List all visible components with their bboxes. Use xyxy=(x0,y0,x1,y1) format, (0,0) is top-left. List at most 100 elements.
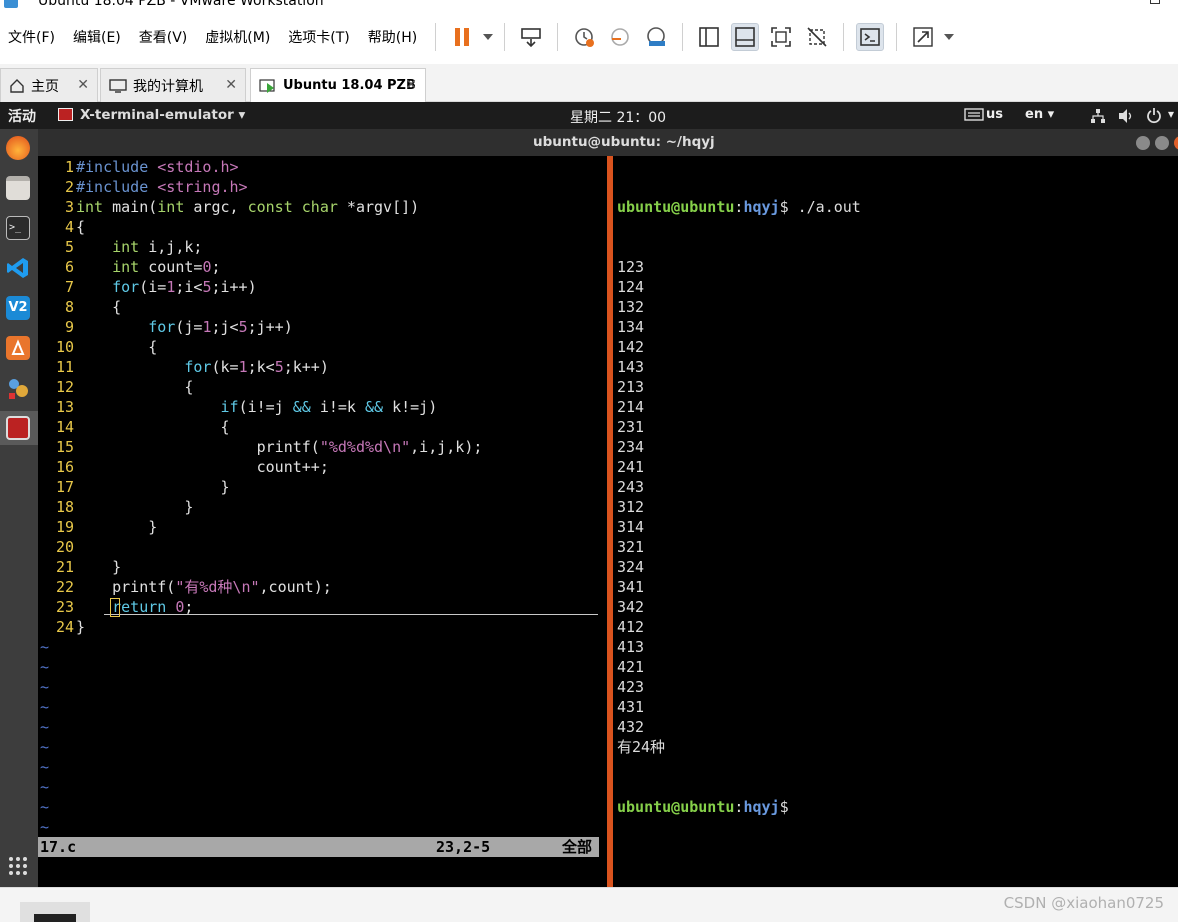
terminal-icon[interactable]: >_ xyxy=(6,216,30,240)
menu-vm[interactable]: 虚拟机(M) xyxy=(205,27,270,47)
thumbnail-bar-icon[interactable] xyxy=(731,23,760,51)
dropdown-arrow-icon[interactable] xyxy=(941,23,957,51)
stretch-icon[interactable] xyxy=(909,23,937,51)
empty-line-tilde: ~ xyxy=(40,658,50,676)
app-menu[interactable]: X-terminal-emulator ▾ xyxy=(80,107,245,123)
line-number: 15 xyxy=(55,438,74,456)
tab-home[interactable]: 主页 ✕ xyxy=(0,68,98,102)
snapshot-manager-icon[interactable] xyxy=(642,23,670,51)
files-icon[interactable] xyxy=(6,176,30,200)
snapshot-icon[interactable] xyxy=(570,23,598,51)
output-line: 132 xyxy=(617,298,645,316)
shell-pane[interactable]: ubuntu@ubuntu:hqyj$ ./a.out 123 124 132 134… xyxy=(617,157,861,857)
output-line: 123 xyxy=(617,258,645,276)
prompt-user: ubuntu@ubuntu xyxy=(617,198,735,216)
vim-editor[interactable]: 1 #include <stdio.h> 2 #include <string.h> 3… xyxy=(40,157,482,837)
code-token: } xyxy=(76,498,194,516)
tab-label: 我的计算机 xyxy=(133,78,203,95)
network-icon[interactable] xyxy=(1090,108,1106,124)
terminal-title: ubuntu@ubuntu: ~/hqyj xyxy=(533,134,715,150)
tab-label: Ubuntu 18.04 PZB xyxy=(283,78,416,93)
volume-icon[interactable] xyxy=(1117,108,1135,124)
output-line: 432 xyxy=(617,718,645,736)
software-center-icon[interactable] xyxy=(6,336,30,360)
menu-tabs[interactable]: 选项卡(T) xyxy=(288,27,349,47)
settings-icon[interactable] xyxy=(6,376,30,400)
vscode-icon[interactable] xyxy=(6,256,30,280)
input-language[interactable]: en ▾ xyxy=(1025,107,1054,122)
code-token: ;j< xyxy=(211,318,239,336)
vim-line: 19 } xyxy=(40,517,482,537)
power-icon[interactable] xyxy=(1146,107,1162,124)
menu-help[interactable]: 帮助(H) xyxy=(368,27,417,47)
activities-button[interactable]: 活动 xyxy=(8,106,36,126)
line-number: 12 xyxy=(55,378,74,396)
vim-line: 7 for(i=1;i<5;i++) xyxy=(40,277,482,297)
vim-line: 17 } xyxy=(40,477,482,497)
code-token: #include xyxy=(76,158,158,176)
output-line: 314 xyxy=(617,518,645,536)
tab-ubuntu-vm[interactable]: Ubuntu 18.04 PZB ✕ xyxy=(250,68,426,102)
line-number: 5 xyxy=(64,238,74,256)
line-number: 22 xyxy=(55,578,74,596)
pane-divider[interactable] xyxy=(607,156,613,887)
line-number: 4 xyxy=(64,218,74,236)
code-token: (i!=j xyxy=(238,398,293,416)
fullscreen-icon[interactable] xyxy=(767,23,795,51)
terminal-icon[interactable] xyxy=(856,23,885,51)
clock[interactable]: 星期二 21：00 xyxy=(570,107,666,127)
code-token: k!=j) xyxy=(383,398,438,416)
keyboard-layout[interactable]: us xyxy=(986,107,1003,122)
shell-prompt-line[interactable]: ubuntu@ubuntu:hqyj$ xyxy=(617,797,861,817)
menu-view[interactable]: 查看(V) xyxy=(139,27,188,47)
code-token: int xyxy=(157,198,185,216)
revert-snapshot-icon[interactable] xyxy=(606,23,634,51)
code-token: 1 xyxy=(238,358,248,376)
empty-line-tilde: ~ xyxy=(40,818,50,836)
code-token: (k= xyxy=(211,358,239,376)
code-token: #include xyxy=(76,178,158,196)
keyboard-icon xyxy=(964,108,984,121)
close-icon[interactable]: ✕ xyxy=(405,77,417,93)
send-ctrl-alt-del-icon[interactable] xyxy=(517,23,545,51)
line-number: 21 xyxy=(55,558,74,576)
pause-icon[interactable] xyxy=(448,23,476,51)
tab-my-computer[interactable]: 我的计算机 ✕ xyxy=(100,68,246,102)
vm-thumbnail[interactable] xyxy=(20,902,90,922)
line-number: 7 xyxy=(64,278,74,296)
terminal-body[interactable]: 1 #include <stdio.h> 2 #include <string.h> 3… xyxy=(38,156,1178,887)
host-taskbar xyxy=(0,887,1178,922)
maximize-icon[interactable] xyxy=(1155,136,1169,150)
vs-icon[interactable]: V2 xyxy=(6,296,30,320)
minimize-icon[interactable] xyxy=(1136,136,1150,150)
code-token: 1 xyxy=(166,278,176,296)
vim-line: 14 { xyxy=(40,417,482,437)
output-line: 214 xyxy=(617,398,645,416)
menu-edit[interactable]: 编辑(E) xyxy=(73,27,121,47)
code-token: { xyxy=(76,418,230,436)
maximize-icon[interactable] xyxy=(1150,0,1160,4)
system-menu-arrow-icon[interactable]: ▾ xyxy=(1168,107,1174,121)
vim-line: 12 { xyxy=(40,377,482,397)
close-icon[interactable]: ✕ xyxy=(225,77,237,93)
output-line: 423 xyxy=(617,678,645,696)
output-line: 413 xyxy=(617,638,645,656)
toolbar-separator xyxy=(435,23,437,51)
console-view-icon[interactable] xyxy=(695,23,723,51)
vmware-menubar: 文件(F) 编辑(E) 查看(V) 虚拟机(M) 选项卡(T) 帮助(H) xyxy=(0,12,1178,62)
close-icon[interactable] xyxy=(1174,136,1178,150)
dropdown-arrow-icon[interactable] xyxy=(480,23,496,51)
terminal-active-icon[interactable] xyxy=(6,416,30,440)
vim-line: 21 } xyxy=(40,557,482,577)
output-line: 124 xyxy=(617,278,645,296)
firefox-icon[interactable] xyxy=(6,136,30,160)
unity-icon[interactable] xyxy=(803,23,831,51)
output-line: 143 xyxy=(617,358,645,376)
app-grid-icon[interactable] xyxy=(6,854,30,878)
vim-line: 9 for(j=1;j<5;j++) xyxy=(40,317,482,337)
close-icon[interactable]: ✕ xyxy=(77,77,89,93)
menu-file[interactable]: 文件(F) xyxy=(8,27,55,47)
output-line: 431 xyxy=(617,698,645,716)
status-position: 23,2-5 xyxy=(436,838,491,856)
